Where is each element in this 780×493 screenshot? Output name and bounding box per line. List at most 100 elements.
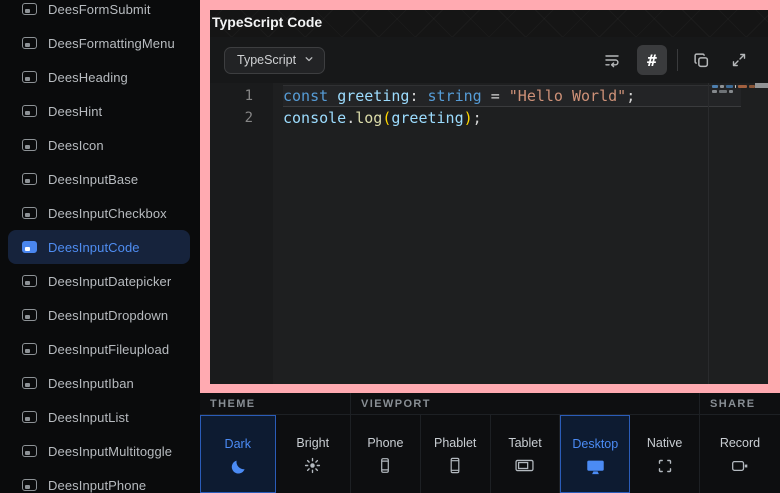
sidebar-item-label: DeesInputCode [48, 240, 140, 255]
component-icon [22, 343, 37, 355]
sidebar-item-DeesInputDropdown[interactable]: DeesInputDropdown [0, 298, 200, 332]
record-icon [731, 457, 749, 474]
sidebar-item-DeesInputCheckbox[interactable]: DeesInputCheckbox [0, 196, 200, 230]
language-dropdown-label: TypeScript [237, 53, 296, 67]
button-label: Desktop [572, 437, 618, 451]
sidebar-item-label: DeesInputPhone [48, 478, 146, 493]
sidebar-item-label: DeesInputBase [48, 172, 138, 187]
component-sidebar: DeesFormSubmit DeesFormattingMenu DeesHead… [0, 0, 200, 493]
toolbar-buttons: Dark Bright Phone Phablet Tablet Desktop Nativ… [200, 415, 780, 493]
section-header-viewport: VIEWPORT [351, 393, 700, 414]
component-icon [22, 275, 37, 287]
app-window: DeesFormSubmit DeesFormattingMenu DeesHead… [0, 0, 780, 493]
story-title: TypeScript Code [212, 10, 322, 36]
viewport-native-button[interactable]: Native [630, 415, 700, 493]
line-number-gutter: 12 [210, 83, 273, 384]
component-icon [22, 207, 37, 219]
theme-dark-button[interactable]: Dark [200, 415, 276, 493]
button-label: Phone [367, 436, 403, 450]
story-preview-frame: TypeScript Code TypeScript # [200, 0, 780, 393]
sidebar-item-DeesIcon[interactable]: DeesIcon [0, 128, 200, 162]
button-label: Record [720, 436, 760, 450]
toolbar-section-headers: THEMEVIEWPORTSHARE [200, 393, 780, 415]
moon-icon [230, 458, 246, 475]
button-label: Native [647, 436, 682, 450]
phablet-icon [447, 457, 463, 474]
theme-bright-button[interactable]: Bright [276, 415, 352, 493]
sidebar-item-label: DeesFormSubmit [48, 2, 151, 17]
viewport-desktop-button[interactable]: Desktop [560, 415, 630, 493]
line-number: 1 [210, 85, 273, 107]
sidebar-item-DeesFormSubmit[interactable]: DeesFormSubmit [0, 0, 200, 26]
component-icon [22, 411, 37, 423]
sidebar-item-label: DeesInputDropdown [48, 308, 168, 323]
component-icon [22, 377, 37, 389]
component-icon [22, 309, 37, 321]
toolbar-divider [677, 49, 678, 71]
sidebar-item-label: DeesInputList [48, 410, 129, 425]
sidebar-item-DeesInputList[interactable]: DeesInputList [0, 400, 200, 434]
sidebar-item-label: DeesIcon [48, 138, 104, 153]
section-header-theme: THEME [200, 393, 351, 414]
sidebar-item-DeesFormattingMenu[interactable]: DeesFormattingMenu [0, 26, 200, 60]
sidebar-item-DeesInputMultitoggle[interactable]: DeesInputMultitoggle [0, 434, 200, 468]
scrollbar-slider[interactable] [755, 83, 768, 88]
sidebar-item-label: DeesHint [48, 104, 102, 119]
fullscreen-icon[interactable] [726, 47, 752, 73]
phone-icon [377, 457, 393, 474]
line-numbers-icon[interactable]: # [637, 45, 667, 75]
code-content: const greeting: string = "Hello World";c… [283, 85, 741, 129]
component-icon [22, 3, 37, 15]
viewport-phone-button[interactable]: Phone [351, 415, 421, 493]
sidebar-item-label: DeesInputMultitoggle [48, 444, 172, 459]
component-icon [22, 479, 37, 491]
component-icon [22, 105, 37, 117]
sidebar-item-DeesHint[interactable]: DeesHint [0, 94, 200, 128]
code-editor-toolbar: TypeScript # [210, 37, 768, 83]
story-canvas: TypeScript Code TypeScript # [210, 10, 768, 384]
copy-icon[interactable] [688, 47, 714, 73]
button-label: Tablet [508, 436, 541, 450]
sidebar-item-label: DeesFormattingMenu [48, 36, 175, 51]
component-icon [22, 445, 37, 457]
minimap[interactable] [708, 83, 755, 384]
sidebar-item-label: DeesInputDatepicker [48, 274, 171, 289]
sidebar-item-label: DeesInputIban [48, 376, 134, 391]
code-line-1: const greeting: string = "Hello World"; [283, 85, 741, 107]
sidebar-item-DeesInputCode[interactable]: DeesInputCode [8, 230, 190, 264]
word-wrap-icon[interactable] [599, 47, 625, 73]
language-dropdown[interactable]: TypeScript [224, 47, 325, 74]
code-input-panel: TypeScript # [210, 37, 768, 384]
code-editor[interactable]: 12 const greeting: string = "Hello World… [210, 83, 768, 384]
viewport-tablet-button[interactable]: Tablet [491, 415, 561, 493]
native-icon [657, 457, 673, 474]
sidebar-item-label: DeesInputFileupload [48, 342, 169, 357]
component-icon [22, 173, 37, 185]
tablet-icon [515, 457, 534, 474]
sidebar-item-DeesInputFileupload[interactable]: DeesInputFileupload [0, 332, 200, 366]
viewport-phablet-button[interactable]: Phablet [421, 415, 491, 493]
button-label: Phablet [434, 436, 476, 450]
editor-scrollbar[interactable] [755, 83, 768, 384]
sidebar-item-DeesInputIban[interactable]: DeesInputIban [0, 366, 200, 400]
component-icon [22, 37, 37, 49]
sidebar-item-DeesHeading[interactable]: DeesHeading [0, 60, 200, 94]
desktop-icon [586, 458, 605, 475]
component-icon [22, 241, 37, 253]
sidebar-item-label: DeesHeading [48, 70, 128, 85]
sidebar-item-DeesInputBase[interactable]: DeesInputBase [0, 162, 200, 196]
line-number: 2 [210, 107, 273, 129]
share-record-button[interactable]: Record [700, 415, 780, 493]
sidebar-item-DeesInputDatepicker[interactable]: DeesInputDatepicker [0, 264, 200, 298]
code-line-2: console.log(greeting); [283, 107, 741, 129]
component-icon [22, 139, 37, 151]
sidebar-item-DeesInputPhone[interactable]: DeesInputPhone [0, 468, 200, 493]
properties-toolbar: THEMEVIEWPORTSHARE Dark Bright Phone Phable… [200, 393, 780, 493]
sidebar-list: DeesFormSubmit DeesFormattingMenu DeesHead… [0, 0, 200, 493]
button-label: Bright [296, 436, 329, 450]
button-label: Dark [225, 437, 251, 451]
sidebar-item-label: DeesInputCheckbox [48, 206, 167, 221]
sun-icon [304, 457, 321, 474]
section-header-share: SHARE [700, 393, 780, 414]
chevron-down-icon [304, 53, 314, 67]
